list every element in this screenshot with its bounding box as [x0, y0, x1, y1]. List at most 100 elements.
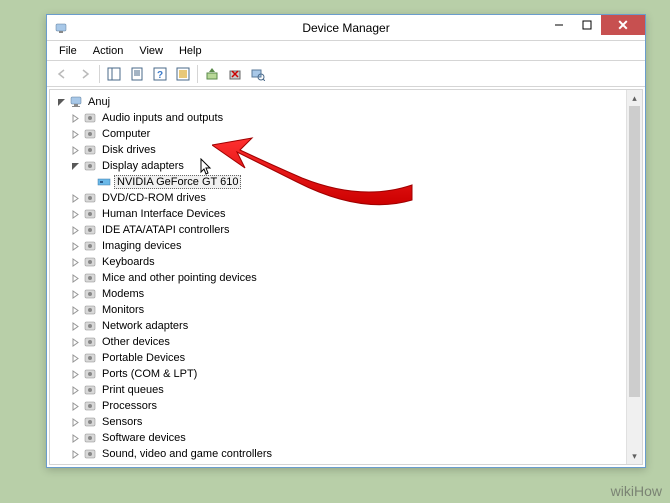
tree-device[interactable]: NVIDIA GeForce GT 610	[54, 174, 626, 190]
device-tree[interactable]: Anuj Audio inputs and outputs Computer Disk…	[50, 90, 626, 464]
tree-category[interactable]: DVD/CD-ROM drives	[54, 190, 626, 206]
tree-category[interactable]: Portable Devices	[54, 350, 626, 366]
expand-icon[interactable]	[68, 194, 82, 203]
scroll-thumb[interactable]	[629, 106, 640, 397]
expand-icon[interactable]	[68, 274, 82, 283]
titlebar[interactable]: Device Manager ✕	[47, 15, 645, 41]
tree-category[interactable]: Display adapters	[54, 158, 626, 174]
scroll-down-button[interactable]: ▾	[627, 448, 642, 464]
expand-icon[interactable]	[68, 306, 82, 315]
expand-icon[interactable]	[68, 162, 82, 171]
tree-category-label: Disk drives	[100, 144, 158, 156]
tree-category-label: Keyboards	[100, 256, 157, 268]
tree-category[interactable]: Human Interface Devices	[54, 206, 626, 222]
tree-category-label: Print queues	[100, 384, 166, 396]
device-category-icon	[82, 414, 98, 430]
tree-category[interactable]: Print queues	[54, 382, 626, 398]
device-category-icon	[82, 382, 98, 398]
device-category-icon	[82, 350, 98, 366]
minimize-button[interactable]	[545, 15, 573, 35]
tree-category[interactable]: Software devices	[54, 430, 626, 446]
forward-button	[74, 63, 96, 85]
display-adapter-icon	[96, 174, 112, 190]
window-controls: ✕	[545, 15, 645, 35]
help-button[interactable]: ?	[149, 63, 171, 85]
tree-category[interactable]: Audio inputs and outputs	[54, 110, 626, 126]
back-button	[51, 63, 73, 85]
menu-help[interactable]: Help	[171, 43, 210, 59]
expand-icon[interactable]	[68, 354, 82, 363]
expand-icon[interactable]	[68, 146, 82, 155]
expand-icon[interactable]	[68, 402, 82, 411]
tree-category[interactable]: Network adapters	[54, 318, 626, 334]
tree-category-label: Portable Devices	[100, 352, 187, 364]
toolbar-separator	[99, 65, 100, 83]
tree-category-label: Human Interface Devices	[100, 208, 228, 220]
tree-category-label: IDE ATA/ATAPI controllers	[100, 224, 232, 236]
tree-root-node[interactable]: Anuj	[54, 94, 626, 110]
tree-category-label: Modems	[100, 288, 146, 300]
menu-file[interactable]: File	[51, 43, 85, 59]
device-category-icon	[82, 206, 98, 222]
tree-category[interactable]: Disk drives	[54, 142, 626, 158]
properties-button[interactable]	[126, 63, 148, 85]
expand-icon[interactable]	[68, 114, 82, 123]
tree-category[interactable]: Mice and other pointing devices	[54, 270, 626, 286]
menu-action[interactable]: Action	[85, 43, 132, 59]
tree-category[interactable]: Processors	[54, 398, 626, 414]
tree-category[interactable]: IDE ATA/ATAPI controllers	[54, 222, 626, 238]
expand-icon[interactable]	[68, 370, 82, 379]
close-button[interactable]: ✕	[601, 15, 645, 35]
tree-category[interactable]: Imaging devices	[54, 238, 626, 254]
action-button[interactable]	[172, 63, 194, 85]
update-driver-button[interactable]	[201, 63, 223, 85]
expand-icon[interactable]	[68, 226, 82, 235]
show-hide-tree-button[interactable]	[103, 63, 125, 85]
app-icon	[53, 20, 69, 36]
device-category-icon	[82, 254, 98, 270]
tree-category-label: Sound, video and game controllers	[100, 448, 274, 460]
expand-icon[interactable]	[68, 434, 82, 443]
expand-icon[interactable]	[68, 130, 82, 139]
tree-category[interactable]: Computer	[54, 126, 626, 142]
menu-view[interactable]: View	[131, 43, 171, 59]
expand-icon[interactable]	[68, 290, 82, 299]
uninstall-button[interactable]	[224, 63, 246, 85]
tree-category[interactable]: Sound, video and game controllers	[54, 446, 626, 462]
device-category-icon	[82, 190, 98, 206]
maximize-button[interactable]	[573, 15, 601, 35]
tree-category[interactable]: Keyboards	[54, 254, 626, 270]
device-category-icon	[82, 222, 98, 238]
expand-icon[interactable]	[68, 242, 82, 251]
device-category-icon	[82, 302, 98, 318]
tree-category[interactable]: Sensors	[54, 414, 626, 430]
content-area: Anuj Audio inputs and outputs Computer Disk…	[49, 89, 643, 465]
expand-icon[interactable]	[68, 210, 82, 219]
tree-category-label: Computer	[100, 128, 152, 140]
tree-category[interactable]: Modems	[54, 286, 626, 302]
expand-icon[interactable]	[68, 258, 82, 267]
scan-hardware-button[interactable]	[247, 63, 269, 85]
tree-category[interactable]: Other devices	[54, 334, 626, 350]
device-category-icon	[82, 446, 98, 462]
tree-device-label: NVIDIA GeForce GT 610	[114, 175, 241, 189]
tree-category[interactable]: Ports (COM & LPT)	[54, 366, 626, 382]
expand-icon[interactable]	[68, 338, 82, 347]
expand-icon[interactable]	[68, 418, 82, 427]
svg-text:?: ?	[157, 70, 163, 81]
device-category-icon	[82, 142, 98, 158]
scroll-up-button[interactable]: ▴	[627, 90, 642, 106]
tree-category-label: Monitors	[100, 304, 146, 316]
scroll-track[interactable]	[627, 106, 642, 448]
tree-category[interactable]: Storage controllers	[54, 462, 626, 464]
tree-category[interactable]: Monitors	[54, 302, 626, 318]
tree-root-label: Anuj	[86, 96, 112, 108]
vertical-scrollbar[interactable]: ▴ ▾	[626, 90, 642, 464]
expand-icon[interactable]	[68, 450, 82, 459]
expand-icon[interactable]	[68, 322, 82, 331]
expand-icon[interactable]	[68, 386, 82, 395]
device-category-icon	[82, 238, 98, 254]
tree-category-label: Mice and other pointing devices	[100, 272, 259, 284]
tree-category-label: Network adapters	[100, 320, 190, 332]
expand-icon[interactable]	[54, 98, 68, 107]
